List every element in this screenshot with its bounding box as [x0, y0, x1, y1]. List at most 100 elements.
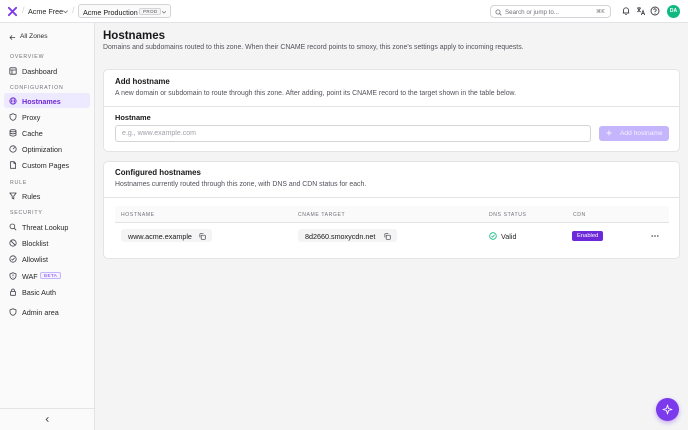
beta-badge: BETA	[40, 272, 62, 279]
org-switcher-label[interactable]: Acme Free	[28, 7, 63, 16]
logo-icon[interactable]	[7, 6, 18, 17]
section-label-security: SECURITY	[10, 210, 43, 216]
add-hostname-button[interactable]: Add hostname	[599, 126, 669, 141]
sidebar-item-blocklist[interactable]: Blocklist	[4, 235, 90, 250]
sidebar-item-label: Custom Pages	[22, 160, 70, 170]
hostname-input[interactable]	[115, 125, 591, 142]
sidebar-item-label: Rules	[22, 191, 41, 201]
zone-name: Acme Production	[83, 7, 138, 17]
search-placeholder: Search or jump to...	[505, 8, 559, 16]
search-icon	[9, 223, 17, 230]
sidebar-item-threat-lookup[interactable]: Threat Lookup	[4, 219, 90, 234]
chevron-down-icon[interactable]	[62, 8, 69, 15]
cname-target-value: 8d2660.smoxycdn.net	[305, 232, 376, 241]
sidebar-item-hostnames[interactable]: Hostnames	[4, 93, 90, 108]
check-circle-icon	[489, 232, 497, 240]
card-description: A new domain or subdomain to route throu…	[115, 90, 517, 97]
card-title: Add hostname	[115, 77, 170, 86]
search-icon	[495, 8, 502, 16]
sidebar-item-label: Threat Lookup	[22, 222, 69, 232]
hostnames-table: HOSTNAME CNAME TARGET DNS STATUS CDN www…	[115, 206, 669, 259]
sidebar-item-rules[interactable]: Rules	[4, 188, 90, 203]
configured-hostnames-card: Configured hostnames Hostnames currently…	[103, 161, 680, 259]
shield-alert-icon	[9, 271, 17, 280]
shield-icon	[9, 307, 17, 316]
page-subtitle: Domains and subdomains routed to this zo…	[103, 44, 524, 51]
lock-icon	[9, 288, 16, 296]
sidebar-item-label: Allowlist	[22, 254, 48, 264]
hostname-field-label: Hostname	[115, 113, 151, 122]
divider-slash: /	[22, 5, 25, 15]
env-badge: PROD	[139, 8, 162, 15]
sidebar-item-label: Proxy	[22, 112, 41, 122]
card-description: Hostnames currently routed through this …	[115, 181, 367, 188]
check-circle-icon	[9, 254, 17, 263]
sidebar-item-label: Cache	[22, 128, 43, 138]
gauge-icon	[9, 144, 17, 153]
card-divider	[104, 106, 679, 107]
chevron-left-icon[interactable]	[44, 416, 51, 423]
help-icon[interactable]	[650, 6, 660, 16]
sidebar-item-cache[interactable]: Cache	[4, 125, 90, 140]
column-header-dns-status: DNS STATUS	[489, 211, 527, 218]
sidebar-item-custom-pages[interactable]: Custom Pages	[4, 157, 90, 172]
sidebar-footer	[0, 408, 94, 430]
top-bar: / Acme Free / Acme Production PROD Searc…	[0, 0, 688, 23]
cdn-status-badge: Enabled	[572, 231, 604, 241]
plus-icon	[606, 130, 612, 136]
section-label-overview: OVERVIEW	[10, 54, 45, 60]
table-row: www.acme.example 8d2660.smoxycdn.net Val…	[115, 223, 669, 248]
sidebar: All Zones OVERVIEW Dashboard CONFIGURATI…	[0, 23, 95, 430]
copy-icon[interactable]	[384, 233, 391, 240]
hostname-value: www.acme.example	[128, 232, 192, 241]
more-horizontal-icon[interactable]	[651, 232, 659, 240]
column-header-hostname: HOSTNAME	[121, 211, 155, 218]
dashboard-icon	[9, 66, 17, 75]
sidebar-item-label: Admin area	[22, 307, 59, 317]
sidebar-item-label: Dashboard	[22, 66, 58, 76]
file-icon	[10, 160, 16, 169]
column-header-cdn: CDN	[573, 211, 586, 218]
user-avatar[interactable]: DA	[667, 5, 680, 18]
back-to-all-zones-link[interactable]: All Zones	[20, 33, 48, 40]
database-icon	[9, 128, 17, 136]
table-header: HOSTNAME CNAME TARGET DNS STATUS CDN	[115, 206, 669, 223]
sidebar-item-admin-area[interactable]: Admin area	[4, 304, 90, 319]
card-divider	[104, 197, 679, 198]
zone-switcher[interactable]: Acme Production PROD	[78, 4, 171, 18]
filter-icon	[9, 192, 17, 199]
sidebar-item-proxy[interactable]: Proxy	[4, 109, 90, 124]
column-header-cname-target: CNAME TARGET	[298, 211, 346, 218]
sparkle-icon	[662, 404, 673, 415]
search-shortcut: ⌘K	[596, 9, 605, 15]
add-hostname-button-label: Add hostname	[620, 129, 663, 137]
ban-icon	[9, 238, 17, 247]
search-box[interactable]: Search or jump to... ⌘K	[490, 5, 611, 18]
divider-slash: /	[72, 5, 75, 15]
dns-status-value: Valid	[501, 231, 517, 241]
add-hostname-card: Add hostname A new domain or subdomain t…	[103, 69, 680, 152]
sidebar-item-optimization[interactable]: Optimization	[4, 141, 90, 156]
sidebar-item-basic-auth[interactable]: Basic Auth	[4, 284, 90, 299]
quick-action-button[interactable]	[656, 398, 679, 421]
copy-icon[interactable]	[199, 233, 206, 240]
sidebar-item-waf[interactable]: WAF BETA	[4, 268, 90, 283]
sidebar-item-label: Basic Auth	[22, 287, 56, 297]
sidebar-item-label: Hostnames	[22, 96, 61, 106]
card-title: Configured hostnames	[115, 168, 201, 177]
page-title: Hostnames	[103, 30, 165, 42]
cname-target-chip: 8d2660.smoxycdn.net	[298, 229, 397, 242]
translate-icon[interactable]	[636, 6, 646, 16]
sidebar-item-label: Optimization	[22, 144, 62, 154]
sidebar-item-label: Blocklist	[22, 238, 49, 248]
sidebar-item-allowlist[interactable]: Allowlist	[4, 251, 90, 266]
bell-icon[interactable]	[621, 6, 631, 16]
sidebar-item-label: WAF	[22, 271, 38, 281]
shield-icon	[9, 112, 17, 121]
arrow-left-icon[interactable]	[9, 34, 16, 41]
globe-icon	[9, 96, 17, 105]
hostname-chip: www.acme.example	[121, 229, 212, 242]
sidebar-item-dashboard[interactable]: Dashboard	[4, 63, 90, 78]
section-label-configuration: CONFIGURATION	[10, 85, 64, 91]
section-label-rule: RULE	[10, 180, 28, 186]
